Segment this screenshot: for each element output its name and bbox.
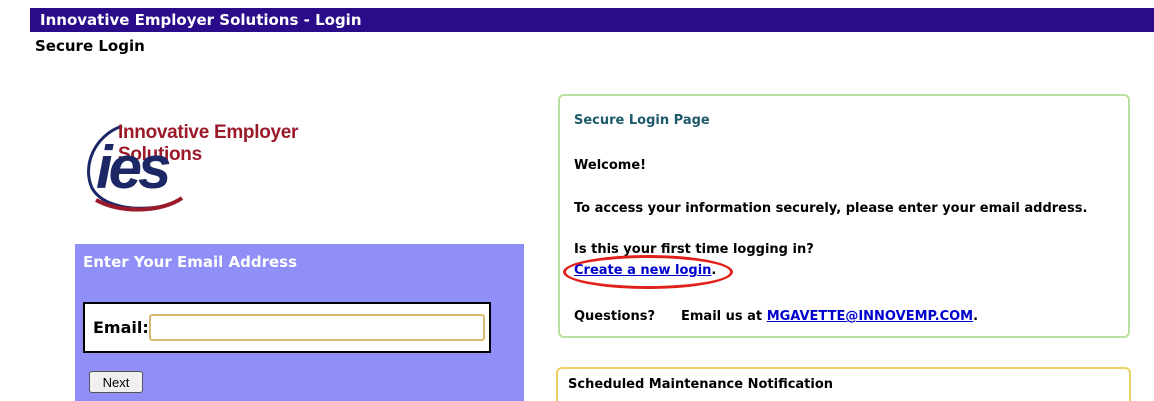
email-panel-heading: Enter Your Email Address: [83, 253, 297, 271]
maintenance-panel: Scheduled Maintenance Notification: [556, 367, 1131, 401]
window-title: Innovative Employer Solutions - Login: [40, 11, 362, 29]
email-us-text: Email us at: [681, 309, 763, 324]
email-field-group: Email:: [83, 302, 491, 353]
window-title-bar: Innovative Employer Solutions - Login: [30, 8, 1154, 32]
next-button[interactable]: Next: [89, 371, 143, 393]
support-email-link[interactable]: MGAVETTE@INNOVEMP.COM: [767, 309, 973, 324]
questions-line: Questions? Email us at MGAVETTE@INNOVEMP.…: [574, 309, 978, 324]
info-panel-title: Secure Login Page: [574, 113, 710, 128]
instructions-text: To access your information securely, ple…: [574, 201, 1088, 216]
email-input[interactable]: [149, 314, 485, 341]
create-login-link[interactable]: Create a new login: [574, 263, 711, 278]
email-link-suffix: .: [973, 309, 979, 324]
create-login-suffix: .: [711, 263, 717, 278]
email-label: Email:: [93, 318, 149, 337]
first-time-question: Is this your first time logging in?: [574, 242, 814, 257]
maintenance-title: Scheduled Maintenance Notification: [568, 377, 834, 392]
logo-monogram: ies: [96, 134, 171, 201]
create-login-line: Create a new login.: [563, 255, 733, 289]
email-entry-panel: Enter Your Email Address Email: Next: [75, 244, 524, 401]
questions-label: Questions?: [574, 309, 655, 324]
secure-login-info-panel: Secure Login Page Welcome! To access you…: [558, 94, 1130, 338]
welcome-text: Welcome!: [574, 158, 647, 173]
company-logo: Innovative Employer Solutions ies: [82, 118, 352, 213]
page-subtitle: Secure Login: [35, 37, 145, 55]
